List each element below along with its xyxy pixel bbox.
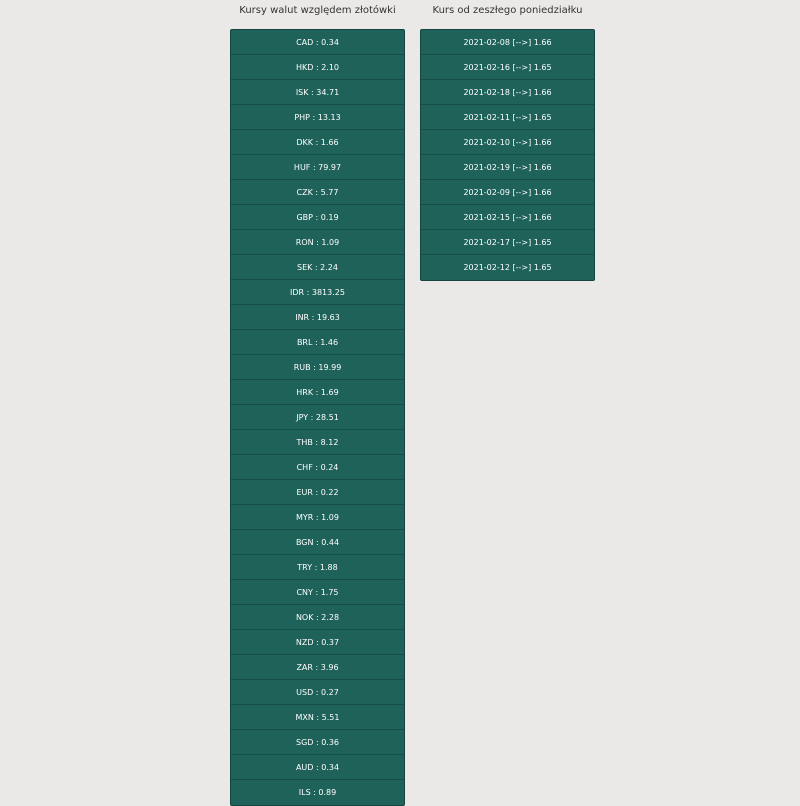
rate-history-item-2021-02-16[interactable]: 2021-02-16 [-->] 1.65 [421, 55, 594, 80]
rate-history-item-2021-02-09[interactable]: 2021-02-09 [-->] 1.66 [421, 180, 594, 205]
currency-rate-item-hrk[interactable]: HRK : 1.69 [231, 380, 404, 405]
currency-rate-item-rub[interactable]: RUB : 19.99 [231, 355, 404, 380]
currency-rate-item-gbp[interactable]: GBP : 0.19 [231, 205, 404, 230]
currency-rate-item-huf[interactable]: HUF : 79.97 [231, 155, 404, 180]
currency-rate-item-myr[interactable]: MYR : 1.09 [231, 505, 404, 530]
currency-rate-item-zar[interactable]: ZAR : 3.96 [231, 655, 404, 680]
rate-history-title: Kurs od zeszłego poniedziałku [432, 5, 583, 16]
rate-history-item-2021-02-11[interactable]: 2021-02-11 [-->] 1.65 [421, 105, 594, 130]
rate-history-item-2021-02-12[interactable]: 2021-02-12 [-->] 1.65 [421, 255, 594, 280]
currency-rate-item-chf[interactable]: CHF : 0.24 [231, 455, 404, 480]
currency-rate-item-nok[interactable]: NOK : 2.28 [231, 605, 404, 630]
currency-rate-item-czk[interactable]: CZK : 5.77 [231, 180, 404, 205]
currency-rate-item-jpy[interactable]: JPY : 28.51 [231, 405, 404, 430]
currency-rate-item-brl[interactable]: BRL : 1.46 [231, 330, 404, 355]
rate-history-item-2021-02-10[interactable]: 2021-02-10 [-->] 1.66 [421, 130, 594, 155]
rate-history-list: 2021-02-08 [-->] 1.66 2021-02-16 [-->] 1.… [420, 29, 595, 281]
currency-rate-item-try[interactable]: TRY : 1.88 [231, 555, 404, 580]
currency-rate-item-cad[interactable]: CAD : 0.34 [231, 30, 404, 55]
rate-history-item-2021-02-08[interactable]: 2021-02-08 [-->] 1.66 [421, 30, 594, 55]
currency-rate-item-idr[interactable]: IDR : 3813.25 [231, 280, 404, 305]
currency-rate-item-inr[interactable]: INR : 19.63 [231, 305, 404, 330]
rate-history-item-2021-02-18[interactable]: 2021-02-18 [-->] 1.66 [421, 80, 594, 105]
currency-rate-item-thb[interactable]: THB : 8.12 [231, 430, 404, 455]
currency-rate-item-mxn[interactable]: MXN : 5.51 [231, 705, 404, 730]
currency-rate-item-dkk[interactable]: DKK : 1.66 [231, 130, 404, 155]
currency-rate-item-php[interactable]: PHP : 13.13 [231, 105, 404, 130]
rate-history-item-2021-02-19[interactable]: 2021-02-19 [-->] 1.66 [421, 155, 594, 180]
currency-rates-list: CAD : 0.34 HKD : 2.10 ISK : 34.71 PHP : 13.… [230, 29, 405, 806]
currency-rate-item-usd[interactable]: USD : 0.27 [231, 680, 404, 705]
currency-rate-item-eur[interactable]: EUR : 0.22 [231, 480, 404, 505]
currency-rate-item-ron[interactable]: RON : 1.09 [231, 230, 404, 255]
currency-rate-item-sgd[interactable]: SGD : 0.36 [231, 730, 404, 755]
currency-rate-item-ils[interactable]: ILS : 0.89 [231, 780, 404, 805]
currency-rate-item-sek[interactable]: SEK : 2.24 [231, 255, 404, 280]
rate-history-item-2021-02-15[interactable]: 2021-02-15 [-->] 1.66 [421, 205, 594, 230]
currency-rate-item-bgn[interactable]: BGN : 0.44 [231, 530, 404, 555]
currency-rate-item-aud[interactable]: AUD : 0.34 [231, 755, 404, 780]
currency-rate-item-cny[interactable]: CNY : 1.75 [231, 580, 404, 605]
currency-rate-item-hkd[interactable]: HKD : 2.10 [231, 55, 404, 80]
rate-history-item-2021-02-17[interactable]: 2021-02-17 [-->] 1.65 [421, 230, 594, 255]
currency-rate-item-isk[interactable]: ISK : 34.71 [231, 80, 404, 105]
currency-rate-item-nzd[interactable]: NZD : 0.37 [231, 630, 404, 655]
